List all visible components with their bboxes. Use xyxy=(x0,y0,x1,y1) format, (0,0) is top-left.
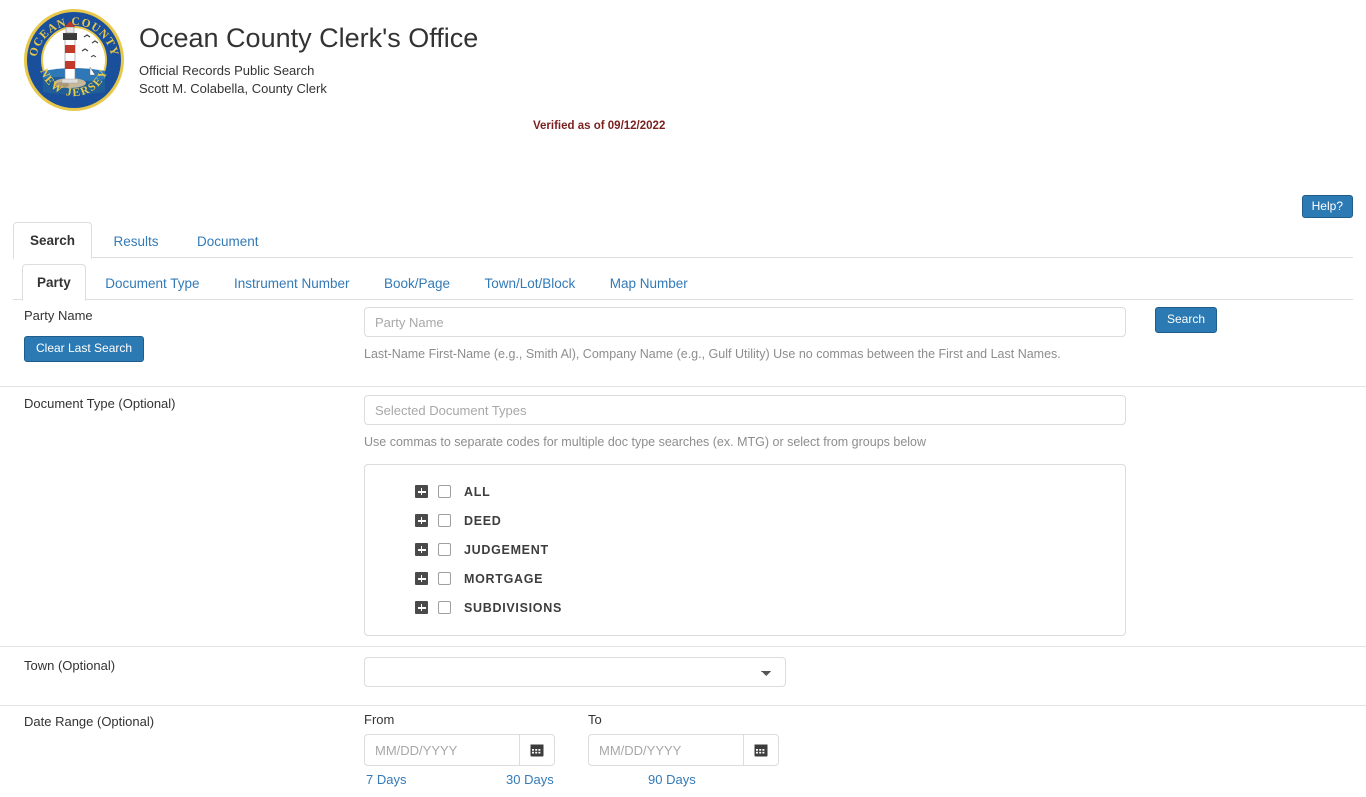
tree-item-label: DEED xyxy=(464,513,502,528)
search-form: Party Name Clear Last Search Last-Name F… xyxy=(0,299,1366,797)
tree-item-label: SUBDIVISIONS xyxy=(464,600,562,615)
help-button[interactable]: Help? xyxy=(1301,195,1353,218)
plus-square-icon[interactable] xyxy=(415,543,428,556)
document-type-help-text: Use commas to separate codes for multipl… xyxy=(364,435,927,449)
tab-search[interactable]: Search xyxy=(13,222,93,259)
header-subtitle-line2: Scott M. Colabella, County Clerk xyxy=(139,81,327,96)
tree-checkbox[interactable] xyxy=(438,572,451,585)
tree-item-label: JUDGEMENT xyxy=(464,542,549,557)
tree-item-label: MORTGAGE xyxy=(464,571,544,586)
subtab-town-lot-block[interactable]: Town/Lot/Block xyxy=(470,265,591,301)
tree-checkbox[interactable] xyxy=(438,485,451,498)
tree-item-subdivisions[interactable]: SUBDIVISIONS xyxy=(365,593,1125,622)
party-name-input[interactable] xyxy=(364,307,1126,337)
tree-item-label: ALL xyxy=(464,484,491,499)
date-quick-links: 7 Days 30 Days 90 Days xyxy=(366,772,1354,787)
tree-checkbox[interactable] xyxy=(438,514,451,527)
document-type-tree: ALL DEED JUDGEMENT MORTGAGE SUBDIVISIONS xyxy=(364,464,1126,636)
date-to-calendar-button[interactable] xyxy=(743,734,779,766)
secondary-tab-bar: Party Document Type Instrument Number Bo… xyxy=(13,264,1353,301)
tree-checkbox[interactable] xyxy=(438,543,451,556)
selected-document-types-input[interactable] xyxy=(364,395,1126,425)
tab-document[interactable]: Document xyxy=(180,223,276,259)
date-to-label: To xyxy=(588,712,602,727)
plus-square-icon[interactable] xyxy=(415,572,428,585)
date-range-row: Date Range (Optional) From MM/DD/YYYY To… xyxy=(0,706,1366,797)
clear-last-search-button[interactable]: Clear Last Search xyxy=(24,336,145,362)
subtab-instrument-number[interactable]: Instrument Number xyxy=(219,265,365,301)
search-button[interactable]: Search xyxy=(1155,307,1218,333)
town-select[interactable] xyxy=(364,657,786,687)
plus-square-icon[interactable] xyxy=(415,601,428,614)
party-name-label: Party Name xyxy=(24,308,93,323)
tree-item-all[interactable]: ALL xyxy=(365,477,1125,506)
ocean-county-nj-lighthouse-seal-icon: OCEAN COUNTY NEW JERSEY xyxy=(22,7,126,113)
quick-link-7-days[interactable]: 7 Days xyxy=(366,772,506,787)
date-range-label: Date Range (Optional) xyxy=(24,714,155,729)
quick-link-30-days[interactable]: 30 Days xyxy=(506,772,648,787)
date-from-column: From xyxy=(364,712,564,766)
date-to-column: To xyxy=(588,712,788,766)
header-subtitle-line1: Official Records Public Search xyxy=(139,63,315,78)
primary-tab-bar: Search Results Document xyxy=(13,222,1353,259)
subtab-party[interactable]: Party xyxy=(22,264,86,301)
page-header: OCEAN COUNTY NEW JERSEY Ocean County Cle… xyxy=(0,0,1366,132)
subtab-map-number[interactable]: Map Number xyxy=(595,265,703,301)
date-to-input-group xyxy=(588,734,788,766)
subtab-book-page[interactable]: Book/Page xyxy=(369,265,465,301)
document-type-label: Document Type (Optional) xyxy=(24,396,176,411)
party-name-row: Party Name Clear Last Search Last-Name F… xyxy=(0,299,1366,387)
date-from-input-group xyxy=(364,734,564,766)
date-range-group: From MM/DD/YYYY To MM/DD/YYYY xyxy=(364,712,1354,766)
quick-link-90-days[interactable]: 90 Days xyxy=(648,772,696,787)
tree-item-mortgage[interactable]: MORTGAGE xyxy=(365,564,1125,593)
date-from-calendar-button[interactable] xyxy=(519,734,555,766)
page-title: Ocean County Clerk's Office xyxy=(139,23,479,53)
subtab-document-type[interactable]: Document Type xyxy=(90,265,214,301)
calendar-icon xyxy=(530,744,544,757)
date-to-input[interactable] xyxy=(588,734,743,766)
date-from-input[interactable] xyxy=(364,734,519,766)
header-subtitle: Official Records Public Search Scott M. … xyxy=(139,62,478,98)
plus-square-icon[interactable] xyxy=(415,514,428,527)
verified-as-of-label: Verified as of 09/12/2022 xyxy=(533,120,666,132)
tab-container: Search Results Document Party Document T… xyxy=(13,222,1353,301)
document-type-row: Document Type (Optional) Use commas to s… xyxy=(0,387,1366,647)
town-label: Town (Optional) xyxy=(24,658,116,673)
town-row: Town (Optional) xyxy=(0,647,1366,706)
tree-checkbox[interactable] xyxy=(438,601,451,614)
date-from-label: From xyxy=(364,712,395,727)
header-text-block: Ocean County Clerk's Office Official Rec… xyxy=(139,22,478,98)
tree-item-deed[interactable]: DEED xyxy=(365,506,1125,535)
calendar-icon xyxy=(754,744,768,757)
party-name-help-text: Last-Name First-Name (e.g., Smith Al), C… xyxy=(364,347,1061,361)
tab-results[interactable]: Results xyxy=(96,223,175,259)
plus-square-icon[interactable] xyxy=(415,485,428,498)
tree-item-judgement[interactable]: JUDGEMENT xyxy=(365,535,1125,564)
